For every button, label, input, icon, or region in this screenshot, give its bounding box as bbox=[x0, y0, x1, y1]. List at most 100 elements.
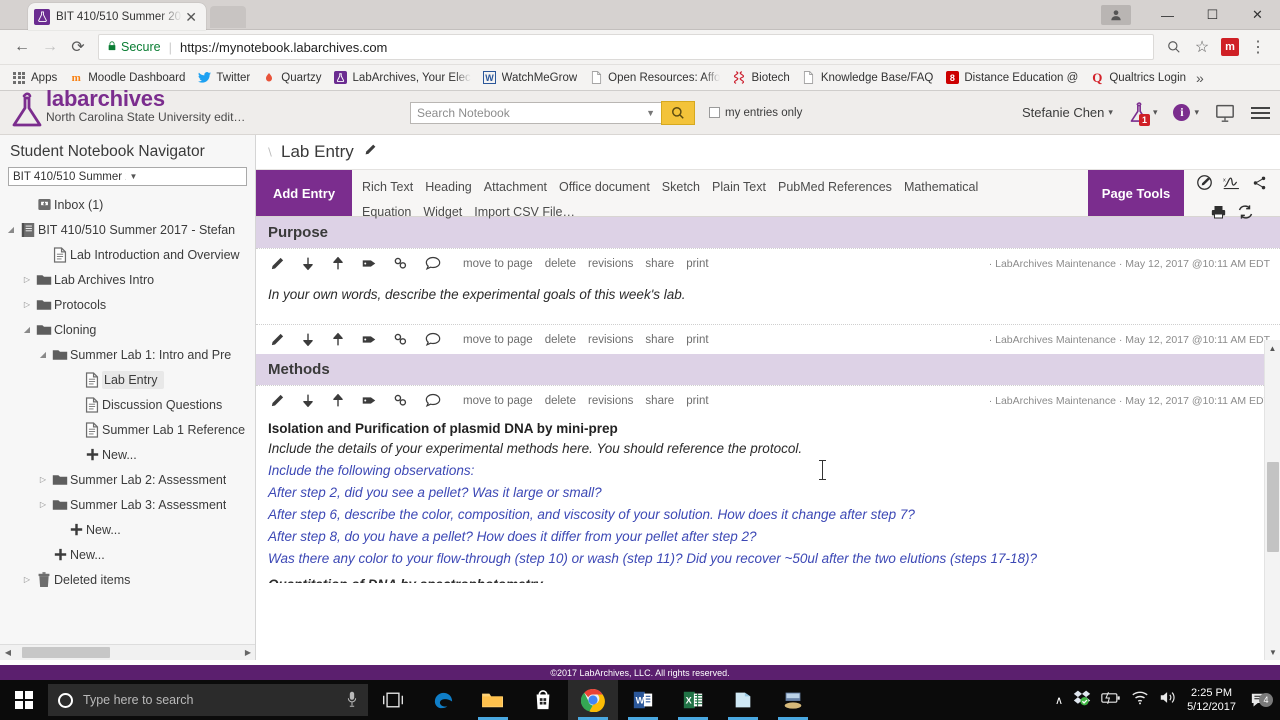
tree-new-item[interactable]: New... bbox=[0, 442, 255, 467]
bookmark-distance-education[interactable]: 8 Distance Education @ bbox=[939, 67, 1084, 89]
app-logo[interactable]: labarchives North Carolina State Univers… bbox=[0, 88, 410, 135]
edit-entry-icon[interactable] bbox=[270, 256, 285, 271]
entry-action-link[interactable]: move to page bbox=[463, 258, 533, 270]
excel-icon[interactable]: X bbox=[668, 680, 718, 720]
entry-type-link[interactable]: Attachment bbox=[484, 180, 547, 194]
scroll-down-icon[interactable]: ▼ bbox=[1265, 644, 1280, 660]
bookmark-quartzy[interactable]: Quartzy bbox=[256, 67, 327, 89]
entry-type-link[interactable]: Import CSV File… bbox=[474, 205, 575, 219]
tag-icon[interactable] bbox=[361, 332, 377, 347]
add-entry-button[interactable]: Add Entry bbox=[256, 170, 352, 216]
entry-action-link[interactable]: revisions bbox=[588, 334, 633, 346]
move-up-icon[interactable] bbox=[331, 393, 345, 408]
tag-icon[interactable] bbox=[361, 393, 377, 408]
tag-icon[interactable] bbox=[361, 256, 377, 271]
entry-action-link[interactable]: revisions bbox=[588, 258, 633, 270]
my-entries-only-checkbox[interactable]: my entries only bbox=[709, 107, 802, 119]
tree-item[interactable]: Inbox (1) bbox=[0, 192, 255, 217]
bookmark-open-resources[interactable]: Open Resources: Affo bbox=[583, 67, 726, 89]
notebook-menu[interactable]: ▾ 1 bbox=[1129, 101, 1157, 126]
entry-action-link[interactable]: delete bbox=[545, 395, 576, 407]
refresh-icon[interactable] bbox=[1237, 204, 1254, 225]
move-up-icon[interactable] bbox=[331, 256, 345, 271]
entry-action-link[interactable]: print bbox=[686, 334, 708, 346]
entry-action-link[interactable]: share bbox=[645, 258, 674, 270]
tree-item[interactable]: ◢ Cloning bbox=[0, 317, 255, 342]
user-menu[interactable]: Stefanie Chen ▾ bbox=[1022, 105, 1113, 120]
chrome-icon[interactable] bbox=[568, 680, 618, 720]
onenote-icon[interactable] bbox=[718, 680, 768, 720]
edit-title-pencil-icon[interactable] bbox=[364, 143, 377, 161]
tree-item[interactable]: Summer Lab 1 Reference bbox=[0, 417, 255, 442]
presentation-button[interactable] bbox=[1215, 104, 1235, 122]
tree-item[interactable]: ▷ Summer Lab 3: Assessment bbox=[0, 492, 255, 517]
comment-icon[interactable] bbox=[425, 256, 441, 271]
twisty-expanded-icon[interactable]: ◢ bbox=[36, 350, 50, 359]
twisty-expanded-icon[interactable]: ◢ bbox=[4, 225, 18, 234]
sidebar-horizontal-scrollbar[interactable]: ◀ ▶ bbox=[0, 644, 255, 660]
entry-type-link[interactable]: Sketch bbox=[662, 180, 700, 194]
comment-icon[interactable] bbox=[425, 332, 441, 347]
bookmark-twitter[interactable]: Twitter bbox=[191, 67, 256, 89]
entry-type-link[interactable]: Plain Text bbox=[712, 180, 766, 194]
twisty-collapsed-icon[interactable]: ▷ bbox=[36, 475, 50, 484]
print-icon[interactable] bbox=[1210, 204, 1227, 225]
search-button[interactable] bbox=[661, 100, 695, 125]
extension-icon[interactable]: m bbox=[1221, 38, 1239, 56]
bookmark-star-icon[interactable]: ☆ bbox=[1188, 33, 1216, 61]
twisty-expanded-icon[interactable]: ◢ bbox=[20, 325, 34, 334]
forward-icon[interactable]: → bbox=[36, 33, 64, 61]
word-icon[interactable]: W bbox=[618, 680, 668, 720]
entry-type-link[interactable]: Rich Text bbox=[362, 180, 413, 194]
taskbar-search-input[interactable]: Type here to search bbox=[48, 684, 368, 716]
bookmark-knowledge-base[interactable]: Knowledge Base/FAQ bbox=[796, 67, 940, 89]
twisty-collapsed-icon[interactable]: ▷ bbox=[36, 500, 50, 509]
tray-expand-icon[interactable]: ∧ bbox=[1055, 694, 1063, 707]
bookmark-labarchives[interactable]: LabArchives, Your Elec bbox=[328, 67, 477, 89]
edit-entry-icon[interactable] bbox=[270, 393, 285, 408]
browser-menu-icon[interactable]: ⋮ bbox=[1244, 33, 1272, 61]
edit-entry-icon[interactable] bbox=[270, 332, 285, 347]
bookmarks-overflow-icon[interactable]: » bbox=[1196, 70, 1204, 86]
link-icon[interactable] bbox=[393, 256, 409, 271]
chevron-down-icon[interactable]: ▼ bbox=[646, 108, 655, 118]
address-bar[interactable]: Secure | https://mynotebook.labarchives.… bbox=[98, 34, 1154, 60]
entry-action-link[interactable]: print bbox=[686, 395, 708, 407]
file-explorer-icon[interactable] bbox=[468, 680, 518, 720]
entry-action-link[interactable]: delete bbox=[545, 258, 576, 270]
entry-type-link[interactable]: Heading bbox=[425, 180, 472, 194]
battery-icon[interactable] bbox=[1101, 691, 1121, 710]
link-icon[interactable] bbox=[393, 332, 409, 347]
share-icon[interactable] bbox=[1251, 175, 1268, 196]
page-tools-button[interactable]: Page Tools bbox=[1088, 170, 1184, 216]
link-icon[interactable] bbox=[393, 393, 409, 408]
reload-icon[interactable]: ⟳ bbox=[64, 33, 92, 61]
entry-type-link[interactable]: Office document bbox=[559, 180, 650, 194]
twisty-collapsed-icon[interactable]: ▷ bbox=[20, 300, 34, 309]
entry-action-link[interactable]: share bbox=[645, 334, 674, 346]
volume-icon[interactable] bbox=[1159, 690, 1177, 710]
window-close-button[interactable]: ✕ bbox=[1235, 0, 1280, 30]
bookmark-qualtrics-login[interactable]: Q Qualtrics Login bbox=[1084, 67, 1192, 89]
back-icon[interactable]: ← bbox=[8, 33, 36, 61]
new-tab-button[interactable] bbox=[210, 6, 246, 28]
search-input[interactable]: Search Notebook ▼ bbox=[410, 101, 662, 124]
microphone-icon[interactable] bbox=[346, 691, 358, 710]
entry-action-link[interactable]: print bbox=[686, 258, 708, 270]
tree-item[interactable]: ◢ BIT 410/510 Summer 2017 - Stefan bbox=[0, 217, 255, 242]
scroll-right-icon[interactable]: ▶ bbox=[240, 648, 255, 657]
edge-icon[interactable] bbox=[418, 680, 468, 720]
edit-page-icon[interactable] bbox=[1196, 174, 1213, 196]
tree-item[interactable]: Discussion Questions bbox=[0, 392, 255, 417]
scrollbar-thumb[interactable] bbox=[1267, 462, 1279, 552]
entry-action-link[interactable]: delete bbox=[545, 334, 576, 346]
move-down-icon[interactable] bbox=[301, 256, 315, 271]
minimize-button[interactable]: — bbox=[1145, 0, 1190, 30]
tree-item[interactable]: ▷ Protocols bbox=[0, 292, 255, 317]
zoom-search-icon[interactable] bbox=[1160, 33, 1188, 61]
signature-icon[interactable]: x bbox=[1223, 175, 1241, 196]
app-icon[interactable] bbox=[768, 680, 818, 720]
content-vertical-scrollbar[interactable]: ▲ ▼ bbox=[1264, 340, 1280, 660]
tree-item[interactable]: Lab Introduction and Overview bbox=[0, 242, 255, 267]
tree-new-item[interactable]: New... bbox=[0, 542, 255, 567]
